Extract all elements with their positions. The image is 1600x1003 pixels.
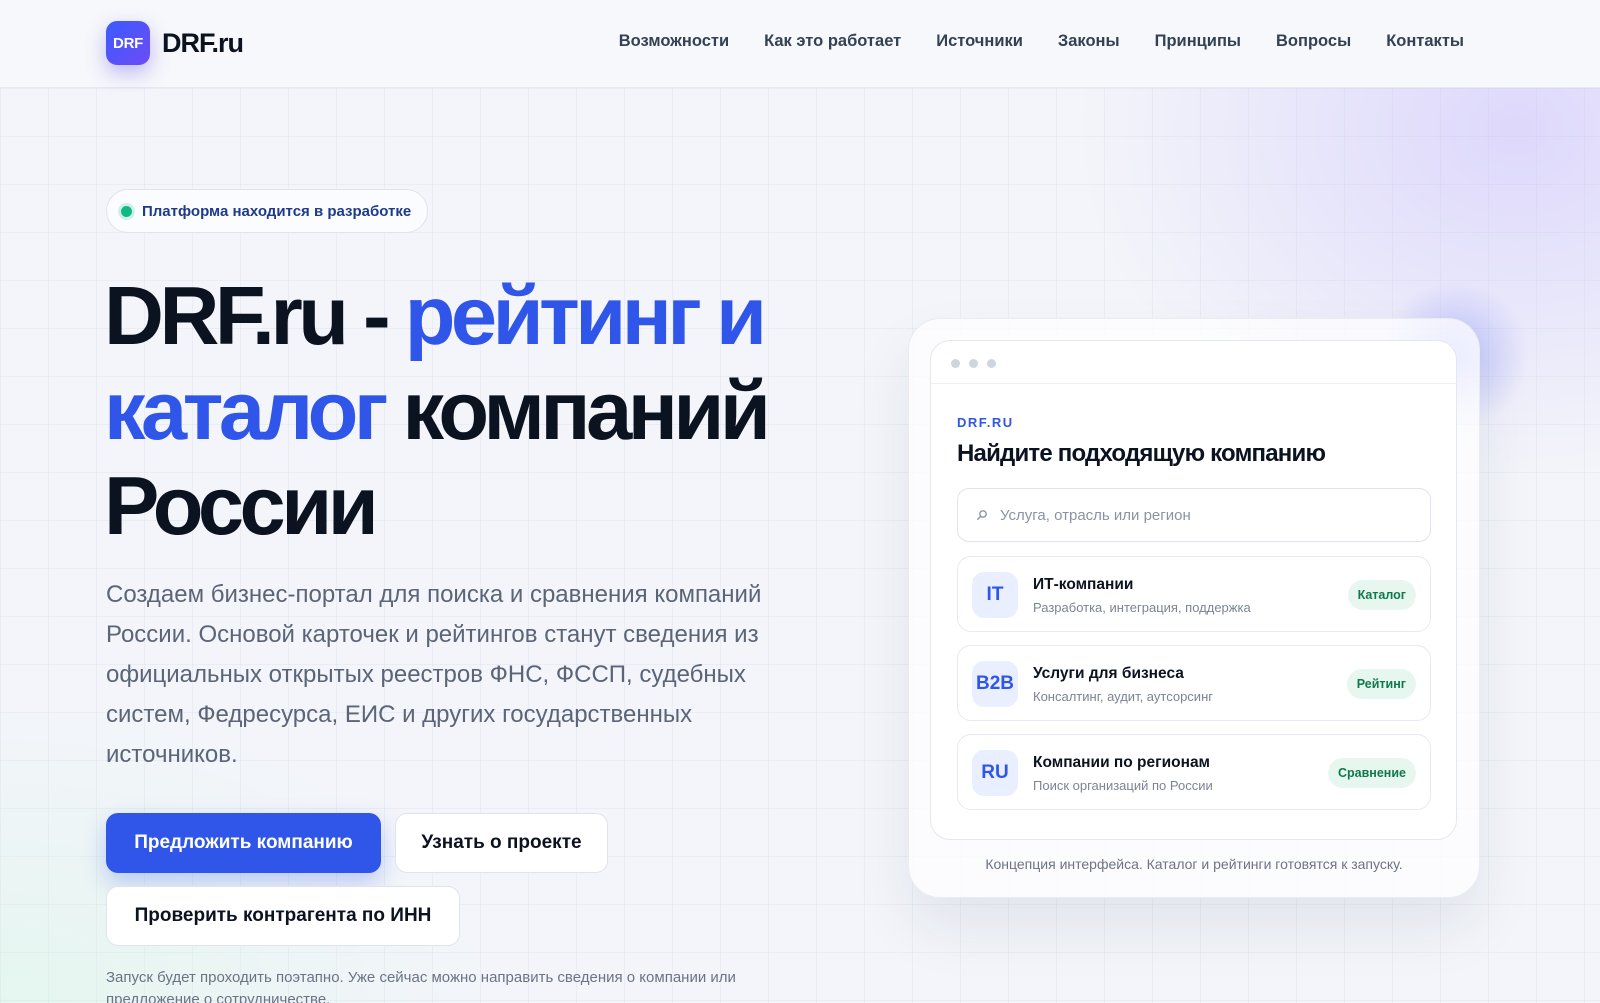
main-nav: Возможности Как это работает Источники З… — [619, 32, 1464, 51]
mockup-heading: Найдите подходящую компанию — [957, 440, 1326, 467]
search-icon — [976, 509, 988, 521]
category-card-it[interactable]: IT ИТ-компании Разработка, интеграция, п… — [957, 556, 1431, 632]
nav-link-faq[interactable]: Вопросы — [1276, 32, 1351, 51]
nav-link-principles[interactable]: Принципы — [1155, 32, 1241, 51]
window-dot-icon — [969, 359, 978, 368]
category-card-regions[interactable]: RU Компании по регионам Поиск организаци… — [957, 734, 1431, 810]
mockup-window: DRF.RU Найдите подходящую компанию IT ИТ… — [930, 340, 1457, 840]
about-project-button[interactable]: Узнать о проекте — [395, 813, 608, 873]
nav-link-contacts[interactable]: Контакты — [1386, 32, 1464, 51]
nav-link-how-it-works[interactable]: Как это работает — [764, 32, 901, 51]
status-badge-text: Платформа находится в разработке — [142, 202, 412, 220]
category-tag: Рейтинг — [1346, 669, 1416, 699]
category-subtitle: Поиск организаций по России — [1033, 778, 1213, 793]
suggest-company-button[interactable]: Предложить компанию — [106, 813, 381, 873]
nav-link-sources[interactable]: Источники — [936, 32, 1023, 51]
b2b-icon: B2B — [972, 661, 1018, 707]
hero-description: Создаем бизнес-портал для поиска и сравн… — [106, 581, 762, 768]
hero-title: DRF.ru - рейтинг и каталог компаний Росс… — [104, 268, 864, 553]
window-dot-icon — [951, 359, 960, 368]
mockup-search-box[interactable] — [957, 488, 1431, 542]
status-dot-icon — [121, 205, 132, 217]
category-title: Услуги для бизнеса — [1033, 665, 1184, 682]
nav-link-laws[interactable]: Законы — [1058, 32, 1120, 51]
ru-icon: RU — [972, 750, 1018, 796]
category-subtitle: Разработка, интеграция, поддержка — [1033, 600, 1251, 615]
category-title: ИТ-компании — [1033, 576, 1134, 593]
nav-link-features[interactable]: Возможности — [619, 32, 729, 51]
search-input[interactable] — [1000, 506, 1420, 524]
mockup-caption: Концепция интерфейса. Каталог и рейтинги… — [985, 856, 1403, 872]
category-subtitle: Консалтинг, аудит, аутсорсинг — [1033, 689, 1213, 704]
check-inn-button[interactable]: Проверить контрагента по ИНН — [106, 886, 460, 946]
hero-title-part1: DRF.ru - — [104, 269, 405, 362]
window-titlebar — [931, 341, 1456, 384]
brand-name: DRF.ru — [162, 27, 244, 58]
site-header: DRF DRF.ru Возможности Как это работает … — [0, 0, 1600, 88]
mockup-brand: DRF.RU — [957, 415, 1014, 430]
status-badge: Платформа находится в разработке — [106, 189, 429, 233]
brand-link[interactable]: DRF DRF.ru — [106, 21, 244, 65]
brand-logo: DRF — [106, 21, 150, 65]
category-tag: Сравнение — [1328, 758, 1416, 788]
window-dot-icon — [987, 359, 996, 368]
launch-footnote: Запуск будет проходить поэтапно. Уже сей… — [106, 969, 736, 1003]
category-tag: Каталог — [1347, 580, 1416, 610]
category-title: Компании по регионам — [1033, 754, 1211, 771]
it-icon: IT — [972, 572, 1018, 618]
category-card-b2b[interactable]: B2B Услуги для бизнеса Консалтинг, аудит… — [957, 645, 1431, 721]
